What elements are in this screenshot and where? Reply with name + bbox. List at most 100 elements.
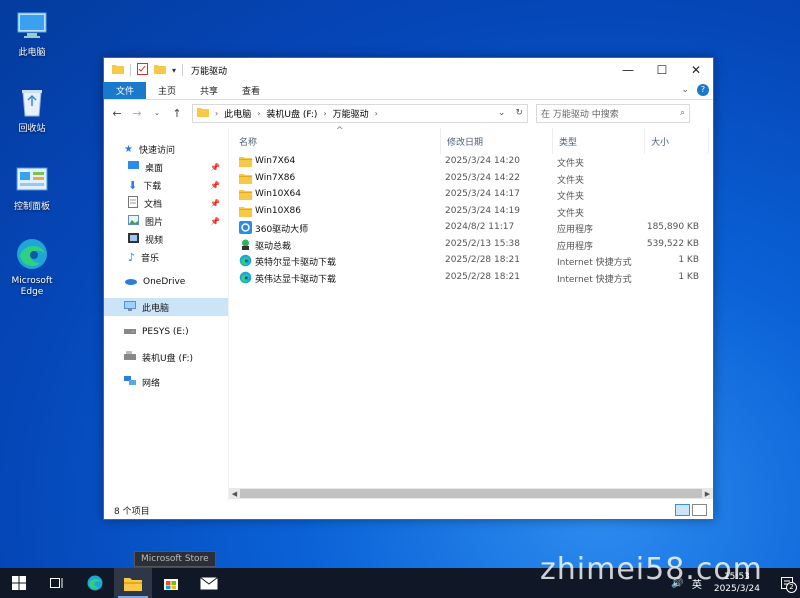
scroll-right-icon[interactable]: ▶ (702, 490, 713, 498)
file-size: 185,890 KB (646, 222, 699, 232)
folder-icon (239, 205, 252, 218)
customize-qat-icon[interactable]: ▾ (172, 66, 176, 75)
file-row[interactable]: 360驱动大师 2024/8/2 11:17 应用程序 185,890 KB (229, 220, 713, 237)
pin-icon: 📌 (210, 180, 220, 190)
file-row[interactable]: Win7X64 2025/3/24 14:20 文件夹 (229, 154, 713, 171)
desktop-icon-label: 此电脑 (18, 48, 46, 58)
taskbar-mail-button[interactable] (190, 568, 228, 598)
task-view-icon (50, 578, 63, 588)
sidebar-item-downloads[interactable]: ⬇ 下载 📌 (104, 176, 228, 194)
breadcrumb-current-folder[interactable]: 万能驱动 (333, 107, 369, 120)
video-icon (128, 232, 139, 246)
search-icon[interactable]: ⌕ (680, 108, 685, 118)
content-area: ★ 快速访问 桌面 📌 ⬇ 下载 📌 文档 📌 图片 📌 视频 ♪ 音乐 One… (104, 126, 713, 501)
sidebar-item-videos[interactable]: 视频 (104, 230, 228, 248)
sidebar-item-music[interactable]: ♪ 音乐 (104, 248, 228, 266)
file-row[interactable]: Win10X86 2025/3/24 14:19 文件夹 (229, 204, 713, 221)
file-row[interactable]: 驱动总裁 2025/2/13 15:38 应用程序 539,522 KB (229, 237, 713, 254)
notification-center-button[interactable]: 2 (774, 568, 800, 598)
download-icon: ⬇ (128, 178, 138, 192)
breadcrumb-drive-f[interactable]: 装机U盘 (F:) (266, 107, 317, 120)
up-button[interactable]: ↑ (168, 107, 186, 120)
taskbar-tooltip: Microsoft Store (134, 551, 216, 567)
mail-icon (200, 576, 218, 589)
sidebar-item-drive-f[interactable]: 装机U盘 (F:) (104, 348, 228, 366)
recycle-bin-icon (14, 84, 50, 120)
expand-ribbon-icon[interactable]: ⌄ (681, 85, 689, 95)
column-header-date[interactable]: 修改日期 (441, 128, 553, 154)
forward-button[interactable]: → (128, 107, 146, 120)
desktop-icon-edge[interactable]: Microsoft Edge (0, 236, 64, 298)
task-view-button[interactable] (38, 568, 76, 598)
breadcrumb-this-pc[interactable]: 此电脑 (224, 107, 251, 120)
sidebar-item-label: 此电脑 (142, 303, 170, 314)
column-header-type[interactable]: 类型 (553, 128, 645, 154)
back-button[interactable]: ← (108, 107, 126, 120)
new-folder-icon[interactable] (154, 63, 166, 77)
address-dropdown-icon[interactable]: ⌄ (498, 108, 506, 118)
sidebar-item-label: 下载 (143, 181, 162, 192)
chevron-right-icon[interactable]: › (323, 109, 326, 118)
column-header-size[interactable]: 大小 (645, 128, 709, 154)
sidebar-item-label: PESYS (E:) (142, 327, 189, 337)
recent-locations-button[interactable]: ⌄ (148, 109, 166, 117)
sidebar-item-label: 图片 (145, 217, 164, 228)
tab-share[interactable]: 共享 (188, 82, 230, 99)
file-row[interactable]: Win10X64 2025/3/24 14:17 文件夹 (229, 187, 713, 204)
file-row[interactable]: 英特尔显卡驱动下载 2025/2/28 18:21 Internet 快捷方式 1 K… (229, 253, 713, 270)
minimize-button[interactable]: — (611, 58, 645, 82)
sidebar-item-drive-e[interactable]: PESYS (E:) (104, 323, 228, 341)
refresh-icon[interactable]: ↻ (515, 108, 523, 118)
sidebar-item-onedrive[interactable]: OneDrive (104, 273, 228, 291)
sidebar-item-documents[interactable]: 文档 📌 (104, 194, 228, 212)
chevron-right-icon[interactable]: › (257, 109, 260, 118)
scrollbar-thumb[interactable] (240, 489, 702, 498)
app-driver-icon (239, 238, 252, 251)
properties-icon[interactable] (137, 62, 148, 78)
tab-view[interactable]: 查看 (230, 82, 272, 99)
address-bar[interactable]: › 此电脑 › 装机U盘 (F:) › 万能驱动 › ⌄ ↻ (192, 103, 528, 123)
sidebar-item-this-pc[interactable]: 此电脑 (104, 298, 228, 316)
help-icon[interactable]: ? (697, 84, 709, 96)
tab-file[interactable]: 文件 (104, 82, 147, 99)
sidebar-item-pictures[interactable]: 图片 📌 (104, 212, 228, 230)
folder-icon[interactable] (112, 63, 124, 77)
details-view-button[interactable] (675, 504, 690, 516)
sidebar-item-label: 网络 (142, 378, 161, 389)
file-type: 文件夹 (557, 159, 585, 169)
address-tail: ⌄ ↻ (498, 108, 523, 118)
item-count: 8 个项目 (114, 506, 150, 517)
windows-logo-icon (12, 576, 26, 590)
sidebar-item-quick-access[interactable]: ★ 快速访问 (104, 140, 228, 158)
file-row[interactable]: Win7X86 2025/3/24 14:22 文件夹 (229, 171, 713, 188)
taskbar-edge-button[interactable] (76, 568, 114, 598)
desktop-icon-control-panel[interactable]: 控制面板 (0, 162, 64, 213)
file-type: 文件夹 (557, 208, 585, 219)
desktop-icon-recycle-bin[interactable]: 回收站 (0, 84, 64, 135)
file-type: Internet 快捷方式 (557, 258, 632, 268)
file-name: Win7X64 (255, 156, 296, 166)
scroll-left-icon[interactable]: ◀ (229, 490, 240, 498)
start-button[interactable] (0, 568, 38, 598)
large-icons-view-button[interactable] (692, 504, 707, 516)
maximize-button[interactable]: ☐ (645, 58, 679, 82)
file-row[interactable]: 英伟达显卡驱动下载 2025/2/28 18:21 Internet 快捷方式 1 K… (229, 270, 713, 287)
taskbar-file-explorer-button[interactable] (114, 568, 152, 598)
ribbon-tabs: 文件 主页 共享 查看 ⌄ ? (104, 82, 713, 100)
chevron-right-icon[interactable]: › (215, 109, 218, 118)
search-input[interactable]: 在 万能驱动 中搜索 ⌕ (536, 103, 690, 123)
desktop-icon-this-pc[interactable]: 此电脑 (0, 8, 64, 59)
title-bar: ▾ 万能驱动 — ☐ ✕ (104, 58, 713, 82)
file-date: 2025/2/13 15:38 (445, 238, 520, 249)
network-icon (124, 375, 136, 389)
sidebar-item-network[interactable]: 网络 (104, 373, 228, 391)
close-button[interactable]: ✕ (679, 58, 713, 82)
sidebar-item-desktop[interactable]: 桌面 📌 (104, 158, 228, 176)
taskbar-store-button[interactable] (152, 568, 190, 598)
horizontal-scrollbar[interactable]: ◀ ▶ (229, 488, 713, 499)
computer-icon (14, 8, 50, 44)
column-header-name[interactable]: 名称 (233, 128, 441, 154)
tab-home[interactable]: 主页 (146, 82, 188, 99)
desktop-icon-label: 控制面板 (13, 202, 50, 212)
chevron-right-icon[interactable]: › (375, 109, 378, 118)
